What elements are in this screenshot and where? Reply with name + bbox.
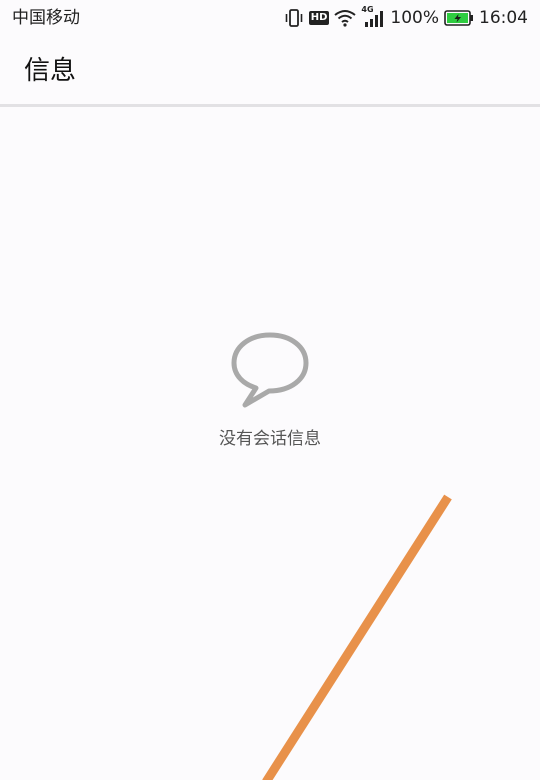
- chat-bubble-icon: [231, 332, 309, 408]
- hd-icon: HD: [308, 11, 330, 25]
- empty-state: 没有会话信息: [0, 330, 540, 450]
- clock: 16:04: [479, 8, 528, 28]
- page-title: 信息: [24, 56, 77, 86]
- battery-charging-icon: [444, 10, 474, 26]
- app-header: 信息: [0, 36, 540, 104]
- status-bar: 中国移动 HD 4G 100% 16:04: [0, 0, 540, 36]
- carrier-name: 中国移动: [12, 8, 80, 28]
- status-icons: HD 4G 100% 16:04: [284, 5, 528, 29]
- signal-4g-icon: 4G: [361, 5, 385, 28]
- battery-percent: 100%: [390, 8, 439, 28]
- empty-message: 没有会话信息: [219, 429, 321, 449]
- wifi-icon: [334, 9, 357, 27]
- header-divider: [0, 104, 540, 107]
- vibrate-icon: [284, 9, 304, 27]
